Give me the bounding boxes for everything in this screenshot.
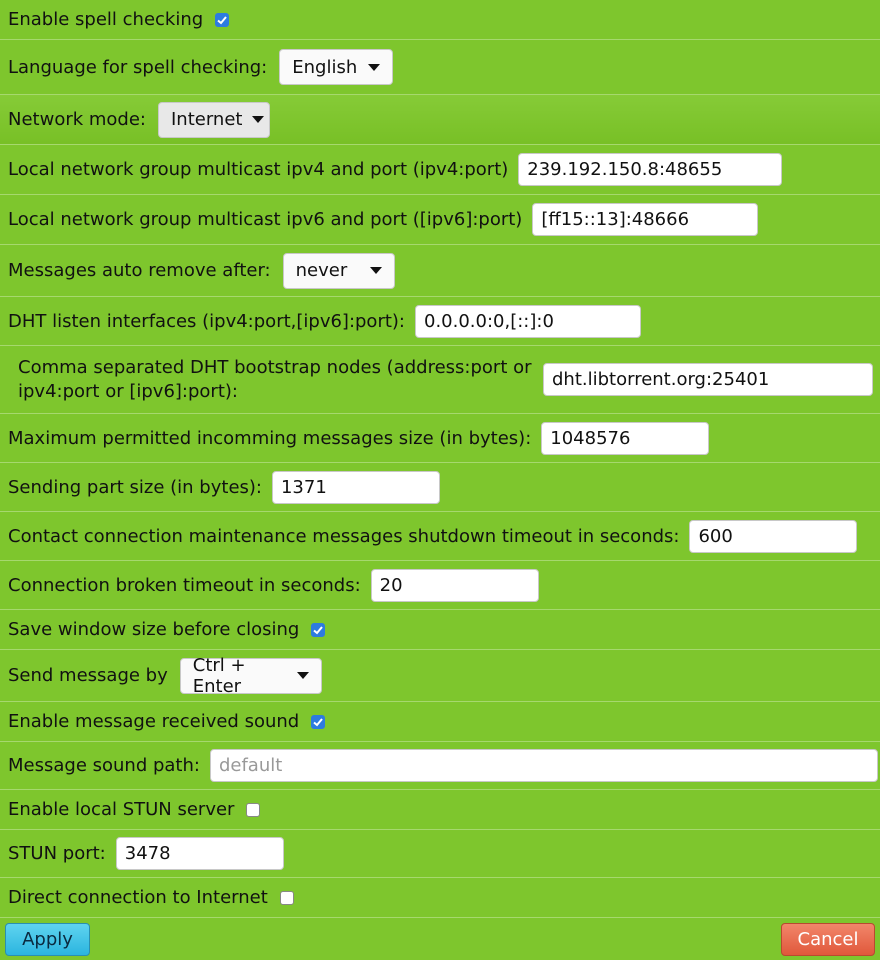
save-window-checkbox[interactable] <box>311 622 326 637</box>
chevron-down-icon <box>252 116 265 123</box>
network-mode-label: Network mode: <box>8 109 146 130</box>
send-by-value: Ctrl + Enter <box>192 654 246 697</box>
dht-interfaces-input[interactable] <box>415 304 641 338</box>
send-by-label: Send message by <box>8 665 168 686</box>
direct-conn-row: Direct connection to Internet <box>0 878 880 918</box>
dht-bootstrap-input[interactable] <box>543 363 873 396</box>
spell-language-row: Language for spell checking: English <box>0 40 880 95</box>
recv-sound-checkbox[interactable] <box>311 714 326 729</box>
broken-timeout-label: Connection broken timeout in seconds: <box>8 574 361 596</box>
broken-timeout-row: Connection broken timeout in seconds: <box>0 561 880 610</box>
ipv6-multicast-input[interactable] <box>532 203 759 236</box>
max-msg-size-label: Maximum permitted incomming messages siz… <box>8 427 532 449</box>
maint-timeout-label: Contact connection maintenance messages … <box>8 525 680 547</box>
spell-language-value: English <box>292 56 358 78</box>
checkmark-icon <box>217 15 227 24</box>
direct-conn-checkbox[interactable] <box>279 890 294 905</box>
spell-language-dropdown[interactable]: English <box>279 49 394 85</box>
ipv4-multicast-row: Local network group multicast ipv4 and p… <box>0 145 880 195</box>
checkmark-icon <box>313 717 323 726</box>
maint-timeout-row: Contact connection maintenance messages … <box>0 512 880 561</box>
save-window-label: Save window size before closing <box>8 619 300 640</box>
spell-check-label: Enable spell checking <box>8 9 204 30</box>
sound-path-input[interactable] <box>209 749 878 782</box>
recv-sound-label: Enable message received sound <box>8 711 300 732</box>
send-by-row: Send message by Ctrl + Enter <box>0 650 880 702</box>
local-stun-label: Enable local STUN server <box>8 799 235 820</box>
save-window-row: Save window size before closing <box>0 610 880 650</box>
local-stun-checkbox[interactable] <box>246 802 261 817</box>
send-by-dropdown[interactable]: Ctrl + Enter <box>179 654 322 697</box>
spell-check-row: Enable spell checking <box>0 0 880 40</box>
stun-port-row: STUN port: <box>0 830 880 878</box>
checkmark-icon <box>313 625 324 634</box>
sound-path-row: Message sound path: <box>0 742 880 790</box>
local-stun-row: Enable local STUN server <box>0 790 880 830</box>
sound-path-label: Message sound path: <box>8 755 200 776</box>
ipv6-multicast-label: Local network group multicast ipv6 and p… <box>8 209 523 230</box>
ipv4-multicast-label: Local network group multicast ipv4 and p… <box>8 159 509 180</box>
chevron-down-icon <box>368 63 381 71</box>
auto-remove-row: Messages auto remove after: never <box>0 245 880 297</box>
stun-port-input[interactable] <box>115 837 284 870</box>
dht-bootstrap-label: Comma separated DHT bootstrap nodes (add… <box>18 356 532 402</box>
part-size-input[interactable] <box>271 470 440 504</box>
auto-remove-label: Messages auto remove after: <box>8 260 271 281</box>
auto-remove-dropdown[interactable]: never <box>282 252 395 289</box>
auto-remove-value: never <box>295 260 348 281</box>
network-mode-row: Network mode: Internet <box>0 95 880 145</box>
network-mode-value: Internet <box>171 109 243 130</box>
ipv6-multicast-row: Local network group multicast ipv6 and p… <box>0 195 880 245</box>
spell-language-label: Language for spell checking: <box>8 56 268 78</box>
apply-button[interactable]: Apply <box>5 923 90 956</box>
part-size-label: Sending part size (in bytes): <box>8 476 262 498</box>
max-msg-size-input[interactable] <box>541 421 710 455</box>
broken-timeout-input[interactable] <box>370 568 539 602</box>
maint-timeout-input[interactable] <box>689 519 858 553</box>
direct-conn-label: Direct connection to Internet <box>8 887 268 908</box>
recv-sound-row: Enable message received sound <box>0 702 880 742</box>
cancel-button[interactable]: Cancel <box>781 923 875 956</box>
stun-port-label: STUN port: <box>8 843 106 864</box>
chevron-down-icon <box>369 267 382 274</box>
dht-interfaces-row: DHT listen interfaces (ipv4:port,[ipv6]:… <box>0 297 880 346</box>
dht-interfaces-label: DHT listen interfaces (ipv4:port,[ipv6]:… <box>8 310 405 332</box>
ipv4-multicast-input[interactable] <box>518 153 783 186</box>
max-msg-size-row: Maximum permitted incomming messages siz… <box>0 414 880 463</box>
spell-check-checkbox[interactable] <box>215 12 230 27</box>
dht-bootstrap-row: Comma separated DHT bootstrap nodes (add… <box>0 346 880 414</box>
part-size-row: Sending part size (in bytes): <box>0 463 880 512</box>
chevron-down-icon <box>296 672 309 679</box>
network-mode-dropdown[interactable]: Internet <box>158 101 270 138</box>
